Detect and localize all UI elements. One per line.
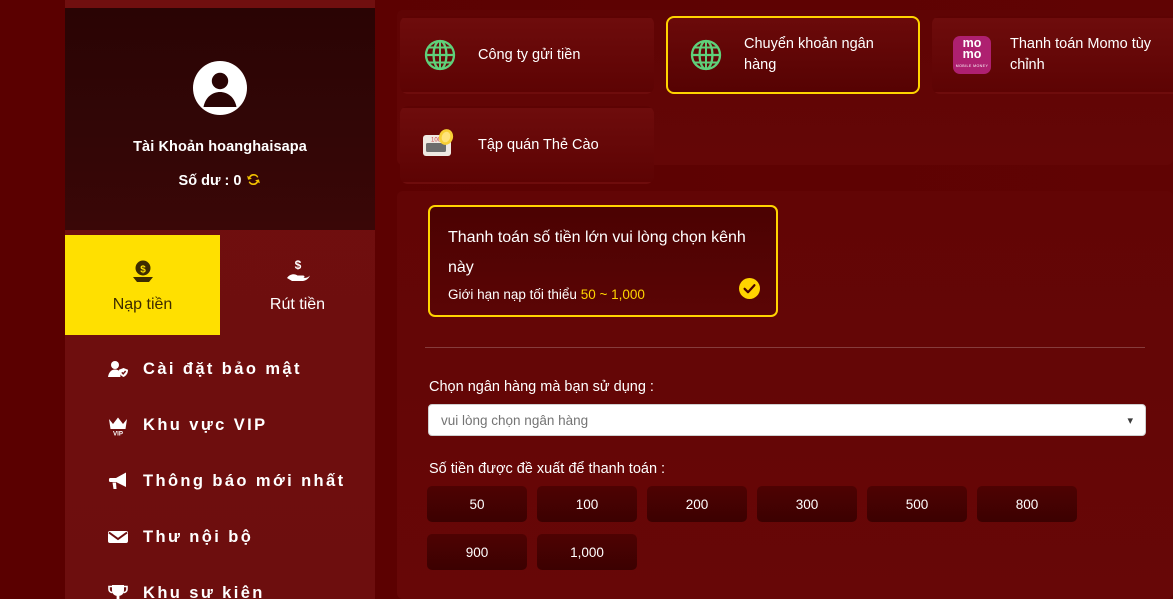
deposit-form-panel: Thanh toán số tiền lớn vui lòng chọn kên… <box>397 191 1173 599</box>
notice-box[interactable]: Thanh toán số tiền lớn vui lòng chọn kên… <box>428 205 778 317</box>
sidebar-item-notifications[interactable]: Thông báo mới nhất <box>65 453 375 509</box>
chevron-down-icon: ▾ <box>1127 414 1133 427</box>
sidebar-item-notifications-label: Thông báo mới nhất <box>143 471 346 490</box>
sidebar-menu: Cài đặt bảo mật VIP Khu vực VIP Thông bá… <box>65 341 375 599</box>
payment-method-panel: Công ty gửi tiền Chuyển khoản ngân hàng … <box>397 10 1173 184</box>
deposit-page: Tài Khoản hoanghaisapa Số dư : 0 $ Nạp t… <box>0 0 1173 599</box>
amount-option[interactable]: 500 <box>867 486 967 522</box>
sidebar-item-inbox[interactable]: Thư nội bộ <box>65 509 375 565</box>
bank-select[interactable]: vui lòng chọn ngân hàng ▾ <box>428 404 1146 436</box>
tab-rut-tien-label: Rút tiền <box>269 295 326 313</box>
amount-option[interactable]: 1,000 <box>537 534 637 570</box>
amount-options-grid: 50 100 200 300 500 800 900 1,000 <box>427 486 1157 570</box>
amount-option[interactable]: 900 <box>427 534 527 570</box>
tab-nap-tien-label: Nạp tiền <box>112 295 173 313</box>
sidebar: Tài Khoản hoanghaisapa Số dư : 0 $ Nạp t… <box>65 0 375 599</box>
amount-option[interactable]: 800 <box>977 486 1077 522</box>
method-card-momo-label: Thanh toán Momo tùy chỉnh <box>1010 36 1152 73</box>
vip-crown-icon: VIP <box>107 414 129 436</box>
method-card-bank-transfer[interactable]: Chuyển khoản ngân hàng <box>666 16 920 94</box>
sidebar-item-vip-label: Khu vực VIP <box>143 415 268 434</box>
svg-text:$: $ <box>294 258 301 272</box>
method-card-momo[interactable]: mo mo MOBILE MONEY Thanh toán Momo tùy chỉ… <box>932 16 1173 94</box>
fund-tabs: $ Nạp tiền $ Rút tiền <box>65 235 375 335</box>
notice-title: Thanh toán số tiền lớn vui lòng chọn kên… <box>448 229 746 276</box>
svg-text:VIP: VIP <box>113 430 123 436</box>
method-card-company-deposit-label: Công ty gửi tiền <box>478 46 581 63</box>
sidebar-item-vip[interactable]: VIP Khu vực VIP <box>65 397 375 453</box>
profile-card: Tài Khoản hoanghaisapa Số dư : 0 <box>65 8 375 230</box>
scratch-card-icon: 100 <box>420 125 460 165</box>
trophy-icon <box>107 582 129 599</box>
sidebar-item-events-label: Khu sự kiện <box>143 583 265 599</box>
envelope-icon <box>107 526 129 548</box>
svg-text:$: $ <box>140 264 146 275</box>
user-circle-icon <box>192 60 248 116</box>
amount-option[interactable]: 200 <box>647 486 747 522</box>
notice-subtitle: Giới hạn nạp tối thiểu 50 ~ 1,000 <box>448 287 758 302</box>
amount-option[interactable]: 300 <box>757 486 857 522</box>
globe-icon <box>420 35 460 75</box>
globe-icon <box>686 35 726 75</box>
method-card-scratch-card[interactable]: 100 Tập quán Thẻ Cào <box>400 106 654 184</box>
sidebar-item-security-label: Cài đặt bảo mật <box>143 359 302 378</box>
method-card-bank-transfer-label: Chuyển khoản ngân hàng <box>744 36 874 73</box>
method-card-company-deposit[interactable]: Công ty gửi tiền <box>400 16 654 94</box>
balance-row: Số dư : 0 <box>65 172 375 189</box>
hand-money-icon: $ <box>283 257 313 287</box>
amount-option[interactable]: 100 <box>537 486 637 522</box>
megaphone-icon <box>107 470 129 492</box>
payment-method-grid: Công ty gửi tiền Chuyển khoản ngân hàng … <box>400 16 1173 184</box>
user-shield-icon <box>107 358 129 380</box>
section-divider <box>425 347 1145 348</box>
notice-subtitle-prefix: Giới hạn nạp tối thiểu <box>448 287 581 302</box>
sidebar-item-inbox-label: Thư nội bộ <box>143 527 254 546</box>
momo-logo-icon: mo mo MOBILE MONEY <box>952 35 992 75</box>
notice-limit-amount: 50 ~ 1,000 <box>580 287 645 302</box>
tab-nap-tien[interactable]: $ Nạp tiền <box>65 235 220 335</box>
tab-rut-tien[interactable]: $ Rút tiền <box>220 235 375 335</box>
method-card-scratch-card-label: Tập quán Thẻ Cào <box>478 136 599 153</box>
balance-label: Số dư : <box>178 173 234 189</box>
coin-deposit-icon: $ <box>128 257 158 287</box>
profile-name: Tài Khoản hoanghaisapa <box>133 139 307 155</box>
sidebar-item-security[interactable]: Cài đặt bảo mật <box>65 341 375 397</box>
amount-option[interactable]: 50 <box>427 486 527 522</box>
bank-select-label: Chọn ngân hàng mà bạn sử dụng : <box>429 379 654 395</box>
bank-select-value: vui lòng chọn ngân hàng <box>441 412 589 428</box>
balance-value: 0 <box>233 173 242 189</box>
amount-section-label: Số tiền được đề xuất để thanh toán : <box>429 461 666 477</box>
check-circle-icon <box>739 278 760 299</box>
main-content: Công ty gửi tiền Chuyển khoản ngân hàng … <box>397 0 1173 599</box>
refresh-icon[interactable] <box>246 172 261 187</box>
sidebar-item-events[interactable]: Khu sự kiện <box>65 565 375 599</box>
